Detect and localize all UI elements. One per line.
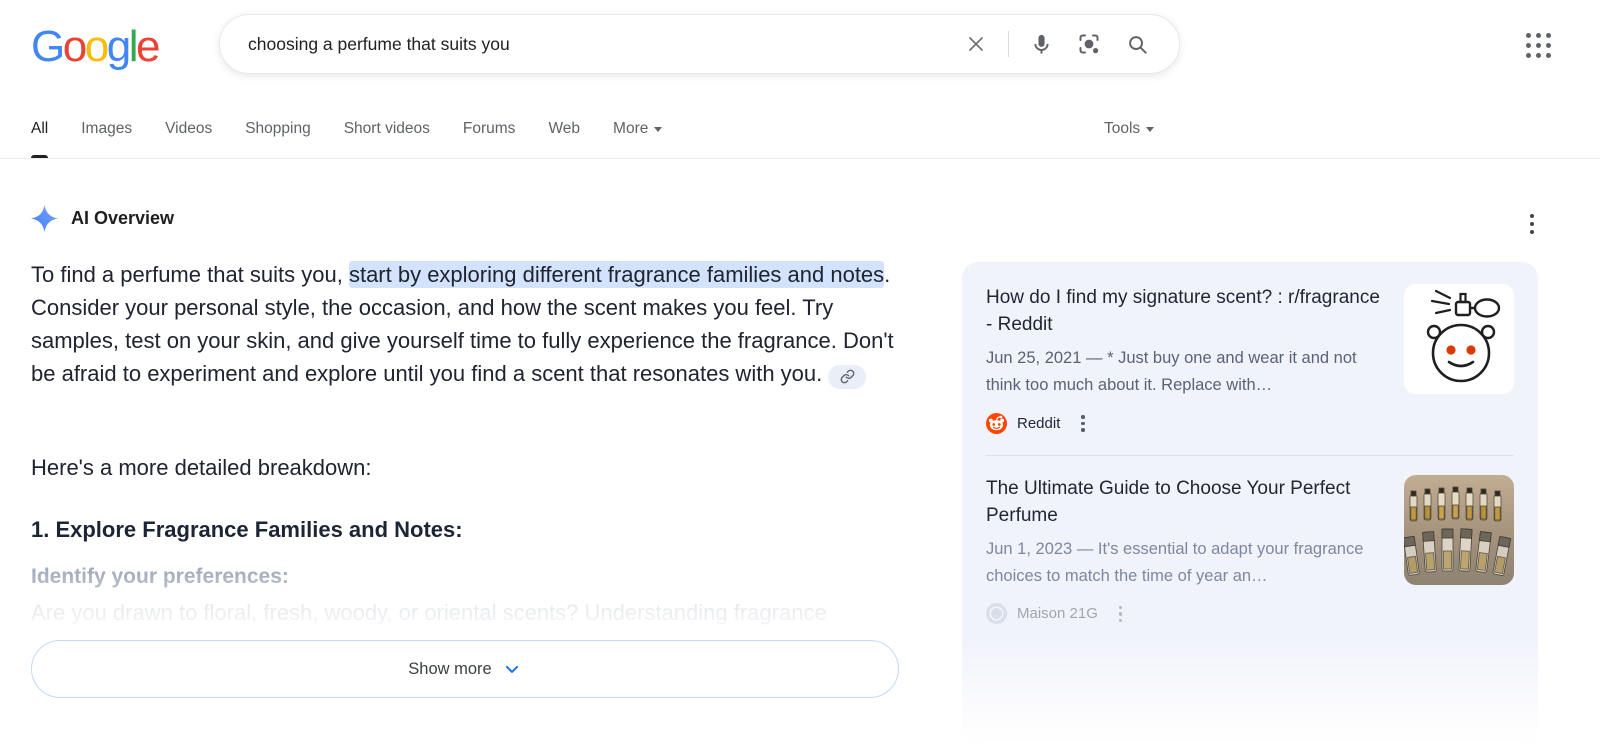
results-tabs: All Images Videos Shopping Short videos … bbox=[31, 100, 663, 158]
chevron-down-icon bbox=[654, 126, 663, 132]
paragraph-highlight: start by exploring different fragrance f… bbox=[348, 261, 885, 288]
results-tabs-bar: All Images Videos Shopping Short videos … bbox=[0, 100, 1600, 159]
sub-heading-faded: Identify your preferences: bbox=[31, 565, 289, 588]
logo-letter: G bbox=[31, 22, 65, 71]
logo-letter: g bbox=[106, 22, 131, 71]
google-logo[interactable]: Google bbox=[31, 22, 160, 72]
citation-link-chip[interactable] bbox=[828, 364, 867, 389]
card-menu-icon[interactable] bbox=[1116, 603, 1126, 626]
source-name: Maison 21G bbox=[1017, 605, 1098, 623]
tab-shopping[interactable]: Shopping bbox=[245, 100, 311, 158]
tab-images[interactable]: Images bbox=[81, 100, 132, 158]
source-name: Reddit bbox=[1017, 414, 1061, 432]
ai-sparkle-icon bbox=[31, 205, 58, 232]
tab-web[interactable]: Web bbox=[548, 100, 580, 158]
card-menu-icon[interactable] bbox=[1078, 412, 1088, 435]
ai-overview-header: AI Overview bbox=[31, 205, 174, 232]
maison21g-favicon bbox=[986, 603, 1007, 625]
faded-body-line: Are you drawn to floral, fresh, woody, o… bbox=[31, 600, 827, 625]
source-cards-panel: How do I find my signature scent? : r/fr… bbox=[962, 262, 1538, 743]
tools-label: Tools bbox=[1104, 120, 1141, 137]
chevron-down-icon bbox=[1146, 126, 1155, 132]
lens-icon[interactable] bbox=[1069, 24, 1109, 64]
logo-letter: e bbox=[135, 22, 160, 71]
source-card[interactable]: The Ultimate Guide to Choose Your Perfec… bbox=[986, 474, 1514, 626]
tools-button[interactable]: Tools bbox=[1104, 100, 1155, 158]
logo-letter: l bbox=[128, 22, 139, 71]
card-text: The Ultimate Guide to Choose Your Perfec… bbox=[986, 475, 1388, 626]
search-bar[interactable] bbox=[219, 14, 1180, 74]
google-search-page: Google choosing a perfume that suits you… bbox=[0, 0, 1600, 743]
logo-letter: o bbox=[62, 22, 87, 71]
ai-overview-label: AI Overview bbox=[71, 208, 175, 228]
show-more-button[interactable]: Show more bbox=[31, 640, 899, 698]
tab-more-label: More bbox=[613, 120, 649, 137]
tab-forums[interactable]: Forums bbox=[463, 100, 516, 158]
reddit-favicon bbox=[986, 412, 1007, 434]
card-thumbnail-perfume-vials[interactable] bbox=[1404, 474, 1514, 585]
card-source-row: Maison 21G bbox=[986, 603, 1388, 626]
search-icon[interactable] bbox=[1117, 24, 1157, 64]
cards-divider bbox=[986, 454, 1514, 456]
ai-overview-paragraph: To find a perfume that suits you, start … bbox=[31, 258, 911, 390]
card-snippet: Jun 25, 2021 — * Just buy one and wear i… bbox=[986, 349, 1357, 394]
show-more-label: Show more bbox=[408, 659, 492, 678]
ai-overview-section: AI Overview To find a perfume that suits… bbox=[31, 200, 911, 743]
source-card[interactable]: How do I find my signature scent? : r/fr… bbox=[986, 284, 1514, 435]
link-icon bbox=[840, 369, 855, 384]
tab-short-videos[interactable]: Short videos bbox=[344, 100, 430, 158]
paragraph-pre: To find a perfume that suits you, bbox=[31, 262, 349, 287]
card-source-row: Reddit bbox=[986, 412, 1388, 435]
card-thumbnail-reddit-drawing[interactable] bbox=[1404, 284, 1514, 394]
card-text: How do I find my signature scent? : r/fr… bbox=[986, 284, 1388, 435]
card-title-link[interactable]: How do I find my signature scent? : r/fr… bbox=[986, 284, 1388, 338]
logo-letter: o bbox=[84, 22, 109, 71]
chevron-down-icon bbox=[505, 665, 518, 673]
apps-grid-icon[interactable] bbox=[1524, 31, 1554, 61]
mic-icon[interactable] bbox=[1021, 24, 1061, 64]
search-bar-divider bbox=[1008, 31, 1009, 57]
tab-videos[interactable]: Videos bbox=[165, 100, 212, 158]
tab-all[interactable]: All bbox=[31, 100, 49, 158]
section-heading: 1. Explore Fragrance Families and Notes: bbox=[31, 517, 463, 542]
search-input[interactable] bbox=[248, 33, 956, 55]
search-bar-icons bbox=[956, 24, 1157, 64]
clear-icon[interactable] bbox=[956, 24, 996, 64]
tab-more[interactable]: More bbox=[613, 100, 663, 158]
breakdown-intro-text: Here's a more detailed breakdown: bbox=[31, 455, 372, 480]
cards-fade-out-gradient bbox=[962, 638, 1538, 743]
ai-overview-menu-icon[interactable] bbox=[1526, 210, 1538, 238]
card-snippet: Jun 1, 2023 — It's essential to adapt yo… bbox=[986, 539, 1364, 585]
card-title-link[interactable]: The Ultimate Guide to Choose Your Perfec… bbox=[986, 475, 1388, 529]
